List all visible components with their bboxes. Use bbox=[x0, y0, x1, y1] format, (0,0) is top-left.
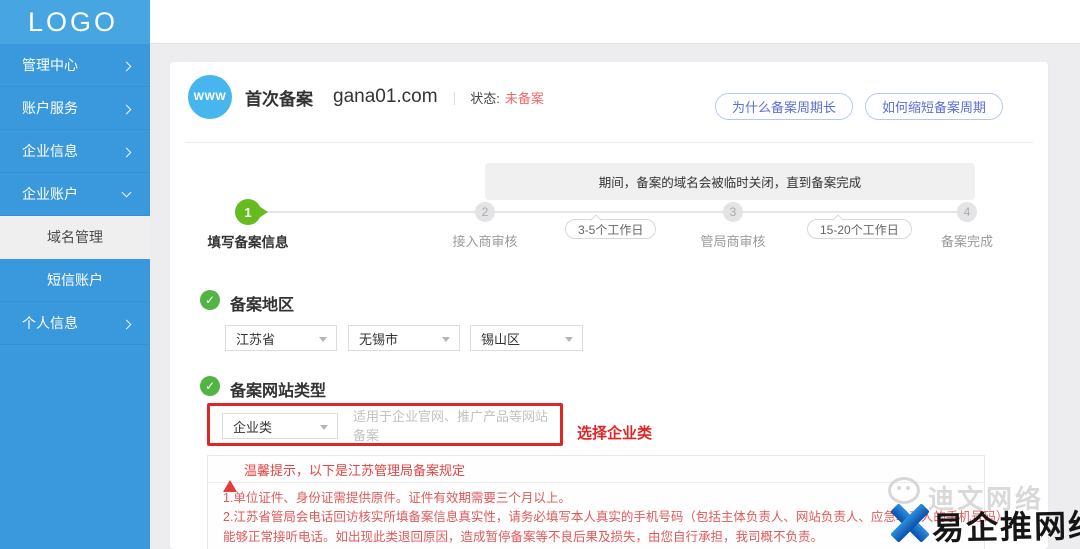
province-select-value: 江苏省 bbox=[236, 331, 276, 347]
notice-title-row: ! 温馨提示，以下是江苏管理局备案规定 bbox=[208, 456, 984, 492]
sidebar-item-label: 企业信息 bbox=[22, 143, 78, 159]
sidebar-item-enterprise-account[interactable]: 企业账户 bbox=[0, 173, 150, 216]
step-4-label: 备案完成 bbox=[940, 234, 993, 249]
chevron-right-icon bbox=[121, 147, 132, 158]
divider: | bbox=[452, 89, 457, 105]
chevron-down-icon bbox=[121, 187, 132, 198]
progress-line bbox=[248, 211, 967, 213]
district-select[interactable]: 锡山区 bbox=[470, 325, 583, 351]
sidebar-item-label: 企业账户 bbox=[22, 186, 78, 202]
chevron-right-icon bbox=[121, 319, 132, 330]
notice-title: 温馨提示，以下是江苏管理局备案规定 bbox=[244, 462, 466, 478]
notice-rule-1: 1.单位证件、身份证需提供原件。证件有效期需要三个月以上。 bbox=[223, 491, 571, 505]
site-type-select[interactable]: 企业类 bbox=[222, 413, 338, 439]
province-select[interactable]: 江苏省 bbox=[225, 325, 337, 351]
duration-pill-review: 3-5个工作日 bbox=[565, 219, 657, 239]
divider bbox=[185, 142, 1033, 143]
step-2-badge: 2 bbox=[475, 202, 495, 222]
sidebar: LOGO 管理中心 账户服务 企业信息 企业账户 域名管理 短信账户 个人信息 bbox=[0, 0, 150, 549]
choose-enterprise-annotation: 选择企业类 bbox=[577, 425, 653, 442]
status-label: 状态: bbox=[470, 90, 500, 106]
sidebar-item-management-center[interactable]: 管理中心 bbox=[0, 44, 150, 87]
sidebar-item-label: 个人信息 bbox=[22, 315, 78, 331]
page-title: 首次备案 bbox=[245, 89, 313, 109]
chevron-right-icon bbox=[121, 104, 132, 115]
sidebar-item-personal-info[interactable]: 个人信息 bbox=[0, 302, 150, 345]
site-type-section-title: 备案网站类型 bbox=[230, 383, 327, 400]
step-3-badge: 3 bbox=[723, 202, 743, 222]
duration-pill-bureau: 15-20个工作日 bbox=[807, 219, 912, 239]
how-shorten-filing-button[interactable]: 如何缩短备案周期 bbox=[864, 93, 1003, 120]
district-select-value: 锡山区 bbox=[481, 331, 521, 347]
sidebar-item-label: 域名管理 bbox=[47, 229, 103, 245]
sidebar-item-sms-account[interactable]: 短信账户 bbox=[0, 259, 150, 302]
chevron-right-icon bbox=[121, 61, 132, 72]
site-type-hint: 适用于企业官网、推广产品等网站备案 bbox=[353, 408, 549, 443]
city-select[interactable]: 无锡市 bbox=[348, 325, 460, 351]
why-filing-long-button[interactable]: 为什么备案周期长 bbox=[714, 93, 853, 120]
region-section-title: 备案地区 bbox=[230, 297, 295, 314]
sidebar-item-account-services[interactable]: 账户服务 bbox=[0, 87, 150, 130]
sidebar-item-label: 短信账户 bbox=[47, 272, 103, 288]
city-select-value: 无锡市 bbox=[359, 331, 399, 347]
status-badge: 未备案 bbox=[504, 90, 544, 106]
app-logo: LOGO bbox=[0, 0, 150, 44]
steps-notice-tooltip: 期间，备案的域名会被临时关闭，直到备案完成 bbox=[485, 163, 975, 200]
sidebar-item-label: 管理中心 bbox=[22, 57, 78, 73]
step-1-label: 填写备案信息 bbox=[207, 235, 289, 250]
site-type-select-value: 企业类 bbox=[233, 419, 273, 435]
warning-triangle-icon: ! bbox=[223, 463, 237, 492]
sidebar-item-label: 账户服务 bbox=[22, 100, 78, 116]
chevron-down-icon bbox=[442, 337, 450, 342]
notice-rule-2: 2.江苏省管局会电话回访核实所填备案信息真实性，请务必填写本人真实的手机号码（包… bbox=[223, 510, 1009, 524]
domain-name: gana01.com bbox=[333, 86, 438, 107]
sidebar-item-domain-management[interactable]: 域名管理 bbox=[0, 216, 150, 259]
check-icon: ✓ bbox=[200, 290, 220, 310]
top-navbar bbox=[150, 0, 1080, 44]
site-type-highlight-box: 企业类 适用于企业官网、推广产品等网站备案 bbox=[207, 403, 563, 446]
check-icon: ✓ bbox=[200, 376, 220, 396]
filing-header: WWW 首次备案 gana01.com | 状态: 未备案 bbox=[188, 74, 544, 120]
notice-rule-2-continued: 能够正常接听电话。如出现此类退回原因，造成暂停备案等不良后果及损失，由您自行承担… bbox=[223, 530, 824, 544]
step-4-badge: 4 bbox=[957, 202, 977, 222]
step-1-badge: 1 bbox=[235, 199, 268, 225]
sidebar-item-enterprise-info[interactable]: 企业信息 bbox=[0, 130, 150, 173]
chevron-down-icon bbox=[320, 425, 328, 430]
chevron-down-icon bbox=[319, 337, 327, 342]
help-buttons: 为什么备案周期长 如何缩短备案周期 bbox=[714, 93, 1003, 120]
step-3-label: 管局商审核 bbox=[700, 234, 766, 249]
chevron-down-icon bbox=[565, 337, 573, 342]
step-2-label: 接入商审核 bbox=[452, 234, 518, 249]
www-globe-icon: WWW bbox=[188, 75, 232, 119]
regulation-notice-box: ! 温馨提示，以下是江苏管理局备案规定 1.单位证件、身份证需提供原件。证件有效… bbox=[207, 455, 1008, 549]
filing-card: WWW 首次备案 gana01.com | 状态: 未备案 为什么备案周期长 如… bbox=[170, 62, 1048, 549]
